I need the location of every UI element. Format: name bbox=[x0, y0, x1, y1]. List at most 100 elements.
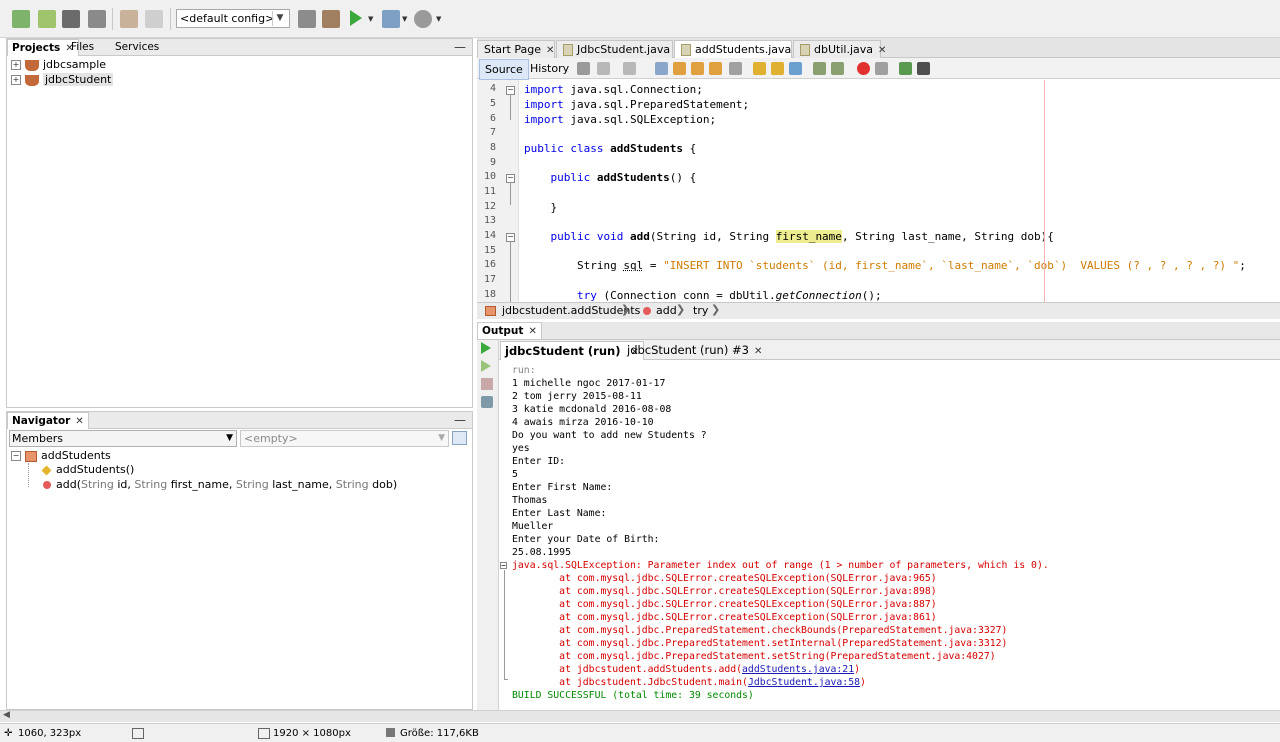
start-macro-icon[interactable] bbox=[857, 62, 870, 75]
line-number: 11 bbox=[483, 186, 496, 197]
close-icon[interactable]: ✕ bbox=[878, 45, 886, 56]
save-all-icon[interactable] bbox=[88, 10, 106, 28]
stacktrace-link[interactable]: JdbcStudent.java:58 bbox=[748, 677, 860, 688]
code-line: try (Connection conn = dbUtil.getConnect… bbox=[576, 289, 882, 302]
console-line: at com.mysql.jdbc.PreparedStatement.setS… bbox=[512, 651, 996, 662]
horizontal-scrollbar[interactable]: ◀ bbox=[0, 710, 1280, 722]
config-select[interactable]: <default config> ▼ bbox=[176, 9, 290, 28]
breadcrumb: jdbcstudent.addStudents ❯ add ❯ try ❯ bbox=[477, 302, 1280, 319]
open-project-icon[interactable] bbox=[62, 10, 80, 28]
tab-addstudents-java[interactable]: addStudents.java✕ bbox=[674, 40, 805, 58]
main-toolbar: <default config> ▼ ▼ ▼ ▼ bbox=[0, 0, 1280, 38]
debug-icon[interactable] bbox=[382, 10, 400, 28]
tab-files[interactable]: Files bbox=[67, 39, 98, 56]
minimize-icon[interactable]: — bbox=[454, 413, 466, 427]
navigator-panel-header: Navigator ✕ — bbox=[7, 412, 472, 429]
fold-icon[interactable]: − bbox=[500, 562, 507, 570]
uncomment-icon[interactable] bbox=[917, 62, 930, 75]
build-icon[interactable] bbox=[298, 10, 316, 28]
dimensions-icon bbox=[258, 728, 270, 739]
method-icon bbox=[43, 481, 51, 489]
forward-icon[interactable] bbox=[623, 62, 636, 75]
rectangular-select-icon[interactable] bbox=[729, 62, 742, 75]
chevron-right-icon: ❯ bbox=[621, 303, 631, 316]
close-icon[interactable]: ✕ bbox=[546, 45, 554, 56]
history-button[interactable]: History bbox=[525, 59, 574, 78]
output-tabs: jdbcStudent (run) ✕ jdbcStudent (run) #3 ✕ bbox=[477, 340, 1280, 360]
code-line: public void add(String id, String first_… bbox=[550, 230, 1054, 243]
profile-icon[interactable] bbox=[414, 10, 432, 28]
close-icon[interactable]: ✕ bbox=[75, 416, 83, 427]
config-value: <default config> bbox=[180, 12, 275, 25]
stacktrace-link[interactable]: addStudents.java:21 bbox=[742, 664, 854, 675]
expand-icon[interactable]: + bbox=[11, 75, 21, 85]
new-file-icon[interactable] bbox=[12, 10, 30, 28]
toggle-bookmark-icon[interactable] bbox=[789, 62, 802, 75]
run-icon[interactable] bbox=[350, 10, 362, 26]
breadcrumb-method[interactable]: add bbox=[656, 304, 677, 317]
next-bookmark-icon[interactable] bbox=[771, 62, 784, 75]
line-number: 8 bbox=[489, 142, 496, 153]
tab-navigator[interactable]: Navigator ✕ bbox=[7, 412, 89, 429]
source-button[interactable]: Source bbox=[479, 59, 529, 80]
project-item-jdbcsample[interactable]: + jdbcsample bbox=[11, 57, 106, 72]
member-filter-select[interactable]: <empty> ▼ bbox=[240, 430, 449, 447]
line-number: 15 bbox=[483, 245, 496, 256]
shift-left-icon[interactable] bbox=[813, 62, 826, 75]
rerun-with-params-icon[interactable] bbox=[481, 360, 491, 372]
chevron-down-icon[interactable]: ▼ bbox=[368, 15, 376, 23]
close-icon[interactable]: ✕ bbox=[754, 346, 762, 357]
console-line: Thomas bbox=[512, 495, 548, 506]
chevron-down-icon[interactable]: ▼ bbox=[402, 15, 410, 23]
find-next-icon[interactable] bbox=[691, 62, 704, 75]
breadcrumb-class[interactable]: jdbcstudent.addStudents bbox=[502, 304, 640, 317]
expand-icon[interactable]: + bbox=[11, 60, 21, 70]
members-select[interactable]: Members ▼ bbox=[9, 430, 237, 447]
navigator-root-class[interactable]: − addStudents bbox=[11, 448, 111, 463]
selection-icon bbox=[132, 728, 144, 739]
toolbar-separator bbox=[112, 8, 113, 30]
find-previous-icon[interactable] bbox=[673, 62, 686, 75]
line-number: 6 bbox=[489, 113, 496, 124]
rerun-icon[interactable] bbox=[481, 342, 491, 354]
line-number: 9 bbox=[489, 157, 496, 168]
new-project-icon[interactable] bbox=[38, 10, 56, 28]
stop-icon[interactable] bbox=[481, 378, 493, 390]
tab-jdbcstudent-java[interactable]: JdbcStudent.java✕ bbox=[556, 40, 684, 58]
output-side-toolbar bbox=[477, 340, 499, 710]
close-icon[interactable]: ✕ bbox=[528, 326, 536, 337]
comment-icon[interactable] bbox=[899, 62, 912, 75]
java-file-icon bbox=[563, 44, 573, 56]
back-icon[interactable] bbox=[597, 62, 610, 75]
tab-start-page[interactable]: Start Page ✕ bbox=[477, 40, 555, 58]
find-icon[interactable] bbox=[655, 62, 668, 75]
scroll-left-icon[interactable]: ◀ bbox=[3, 710, 10, 720]
navigator-member-add[interactable]: add(String id, String first_name, String… bbox=[43, 477, 397, 492]
chevron-down-icon[interactable]: ▼ bbox=[436, 15, 444, 23]
collapse-icon[interactable]: − bbox=[11, 451, 21, 461]
file-size-icon bbox=[386, 728, 395, 737]
clean-build-icon[interactable] bbox=[322, 10, 340, 28]
settings-icon[interactable] bbox=[481, 396, 493, 408]
tab-output[interactable]: Output ✕ bbox=[477, 322, 542, 339]
console-line: java.sql.SQLException: Parameter index o… bbox=[512, 560, 1049, 571]
stop-macro-icon[interactable] bbox=[875, 62, 888, 75]
toolbar-separator bbox=[170, 8, 171, 30]
tab-dbutil-java[interactable]: dbUtil.java ✕ bbox=[793, 40, 886, 58]
last-edit-icon[interactable] bbox=[577, 62, 590, 75]
tab-output-run-3[interactable]: jdbcStudent (run) #3 ✕ bbox=[623, 341, 766, 360]
tab-services[interactable]: Services bbox=[111, 39, 163, 56]
navigator-member-constructor[interactable]: addStudents() bbox=[41, 462, 134, 477]
code-editor[interactable]: import java.sql.Connection; import java.… bbox=[520, 80, 1280, 302]
breadcrumb-block[interactable]: try bbox=[693, 304, 708, 317]
previous-bookmark-icon[interactable] bbox=[753, 62, 766, 75]
redo-icon[interactable] bbox=[145, 10, 163, 28]
filter-options-icon[interactable] bbox=[452, 431, 467, 445]
minimize-icon[interactable]: — bbox=[454, 40, 466, 54]
shift-right-icon[interactable] bbox=[831, 62, 844, 75]
output-console[interactable]: run: 1 michelle ngoc 2017-01-17 2 tom je… bbox=[500, 361, 1280, 710]
project-item-jdbcstudent[interactable]: + jdbcStudent bbox=[11, 72, 114, 87]
console-line: run: bbox=[512, 365, 536, 376]
undo-icon[interactable] bbox=[120, 10, 138, 28]
toggle-highlight-icon[interactable] bbox=[709, 62, 722, 75]
